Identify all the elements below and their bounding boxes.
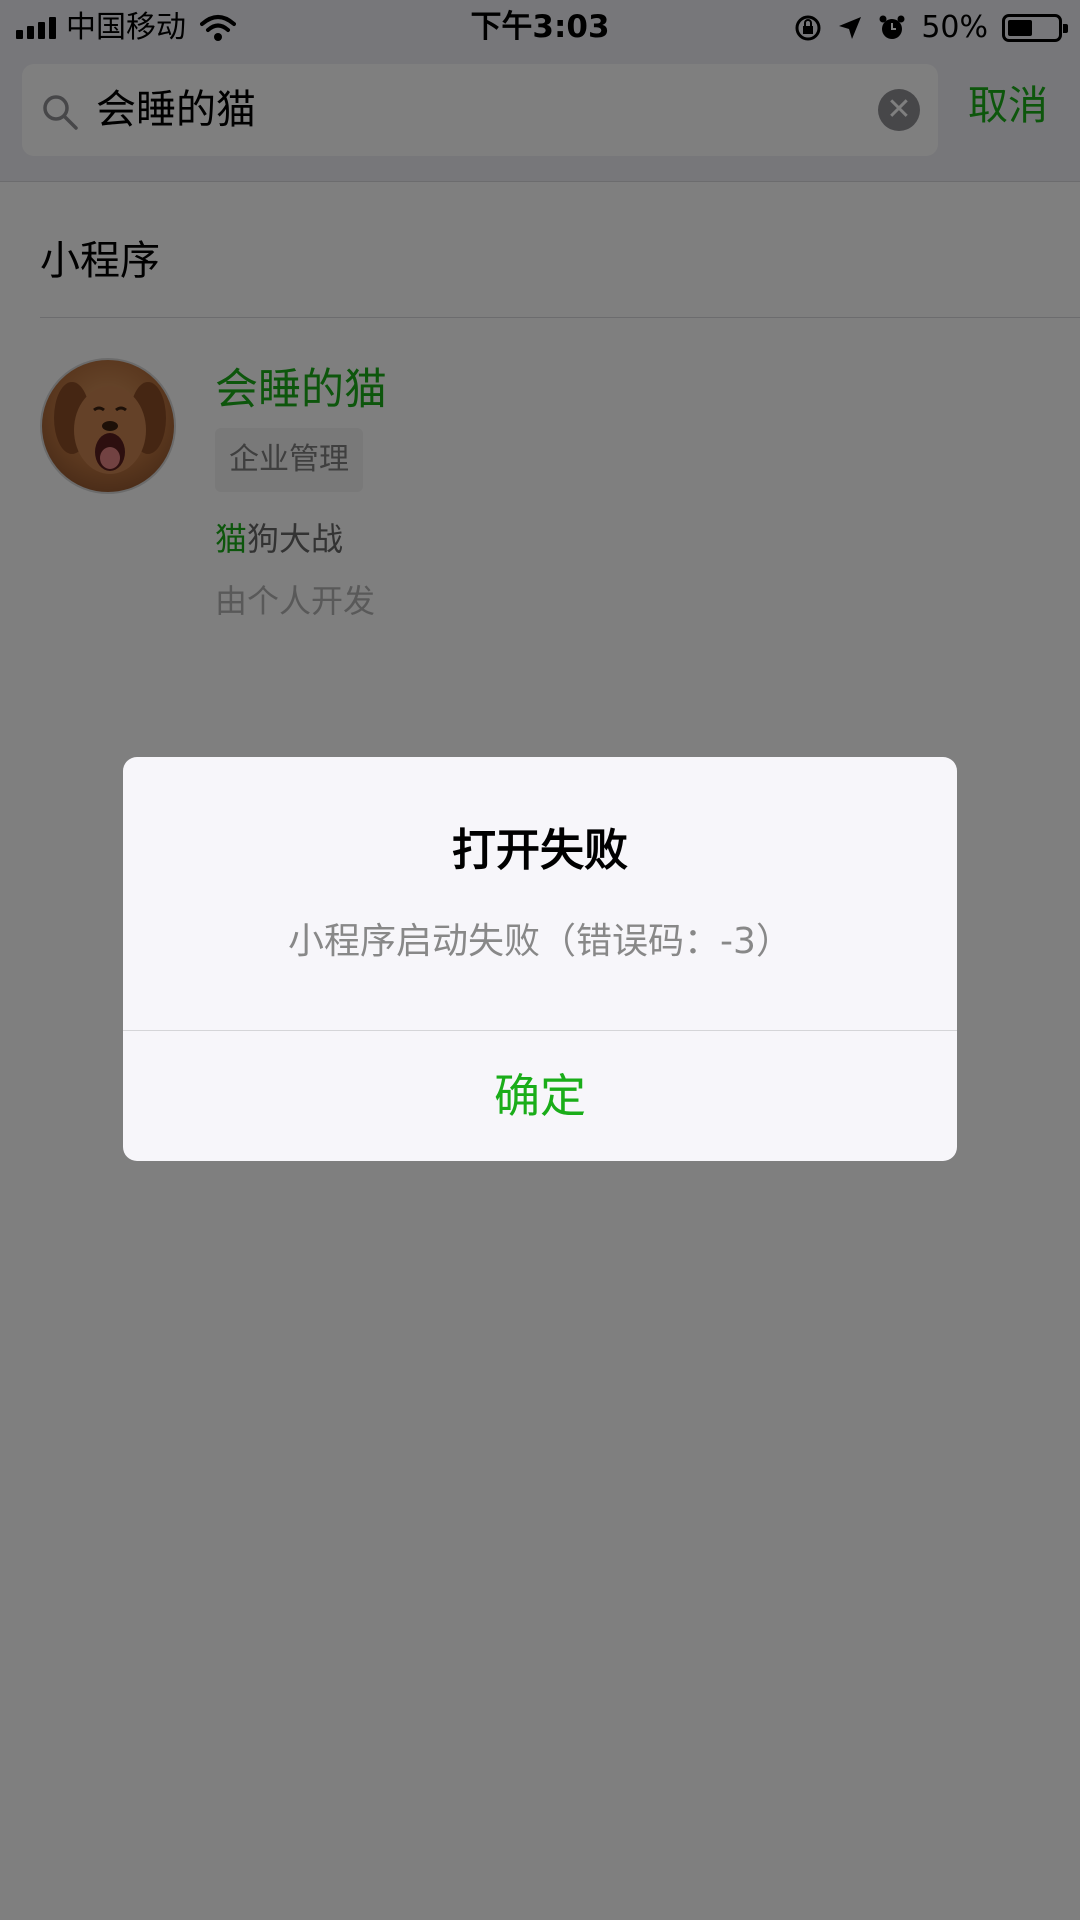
dialog-message: 小程序启动失败（错误码：-3） — [288, 921, 792, 962]
confirm-button[interactable]: 确定 — [123, 1031, 957, 1161]
screen: 中国移动 下午3:03 50% — [0, 0, 1080, 1920]
error-dialog: 打开失败 小程序启动失败（错误码：-3） 确定 — [123, 757, 957, 1161]
dialog-title: 打开失败 — [452, 825, 628, 876]
